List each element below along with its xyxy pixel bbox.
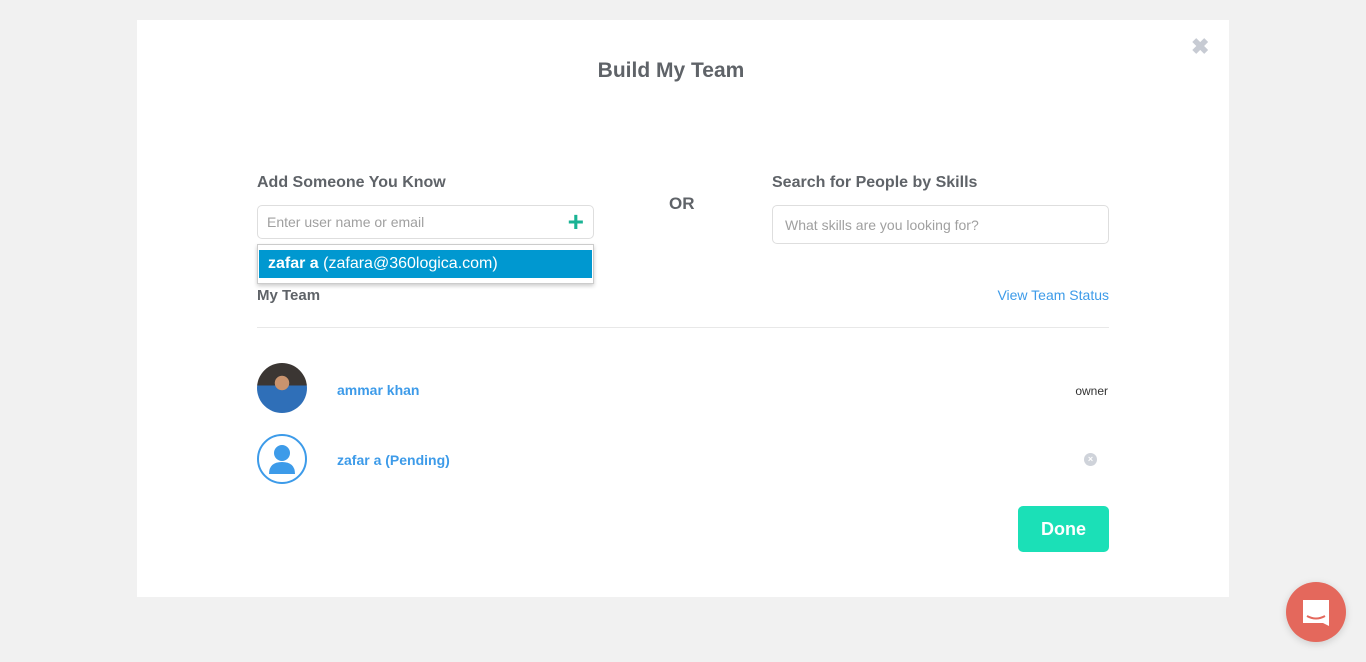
avatar[interactable] <box>257 363 307 413</box>
member-role: owner <box>1075 384 1108 398</box>
divider <box>257 327 1109 328</box>
skills-search-placeholder: What skills are you looking for? <box>785 216 979 233</box>
avatar-placeholder-icon <box>257 434 307 484</box>
search-skills-label: Search for People by Skills <box>772 174 978 191</box>
remove-member-icon[interactable]: × <box>1084 453 1097 466</box>
build-team-modal: ✖ Build My Team Add Someone You Know Ent… <box>137 20 1229 597</box>
add-someone-label: Add Someone You Know <box>257 174 446 191</box>
suggestion-item[interactable]: zafar a (zafara@360logica.com) <box>259 250 592 278</box>
modal-title: Build My Team <box>597 59 745 82</box>
view-team-status-link[interactable]: View Team Status <box>997 287 1109 303</box>
user-search-placeholder: Enter user name or email <box>267 214 425 230</box>
suggestion-name: zafar a <box>268 255 319 272</box>
suggestion-email: (zafara@360logica.com) <box>323 255 498 272</box>
or-label: OR <box>669 194 695 213</box>
my-team-title: My Team <box>257 287 321 304</box>
done-button[interactable]: Done <box>1018 506 1109 552</box>
chat-widget-button[interactable] <box>1286 582 1346 642</box>
plus-icon[interactable]: + <box>568 207 584 237</box>
member-name[interactable]: ammar khan <box>337 382 419 398</box>
member-name[interactable]: zafar a (Pending) <box>337 452 450 468</box>
user-search-input[interactable]: Enter user name or email + <box>257 205 594 239</box>
close-icon[interactable]: ✖ <box>1191 34 1209 60</box>
skills-search-input[interactable]: What skills are you looking for? <box>772 205 1109 244</box>
suggestion-dropdown: zafar a (zafara@360logica.com) <box>257 244 594 284</box>
chat-icon <box>1303 600 1329 626</box>
